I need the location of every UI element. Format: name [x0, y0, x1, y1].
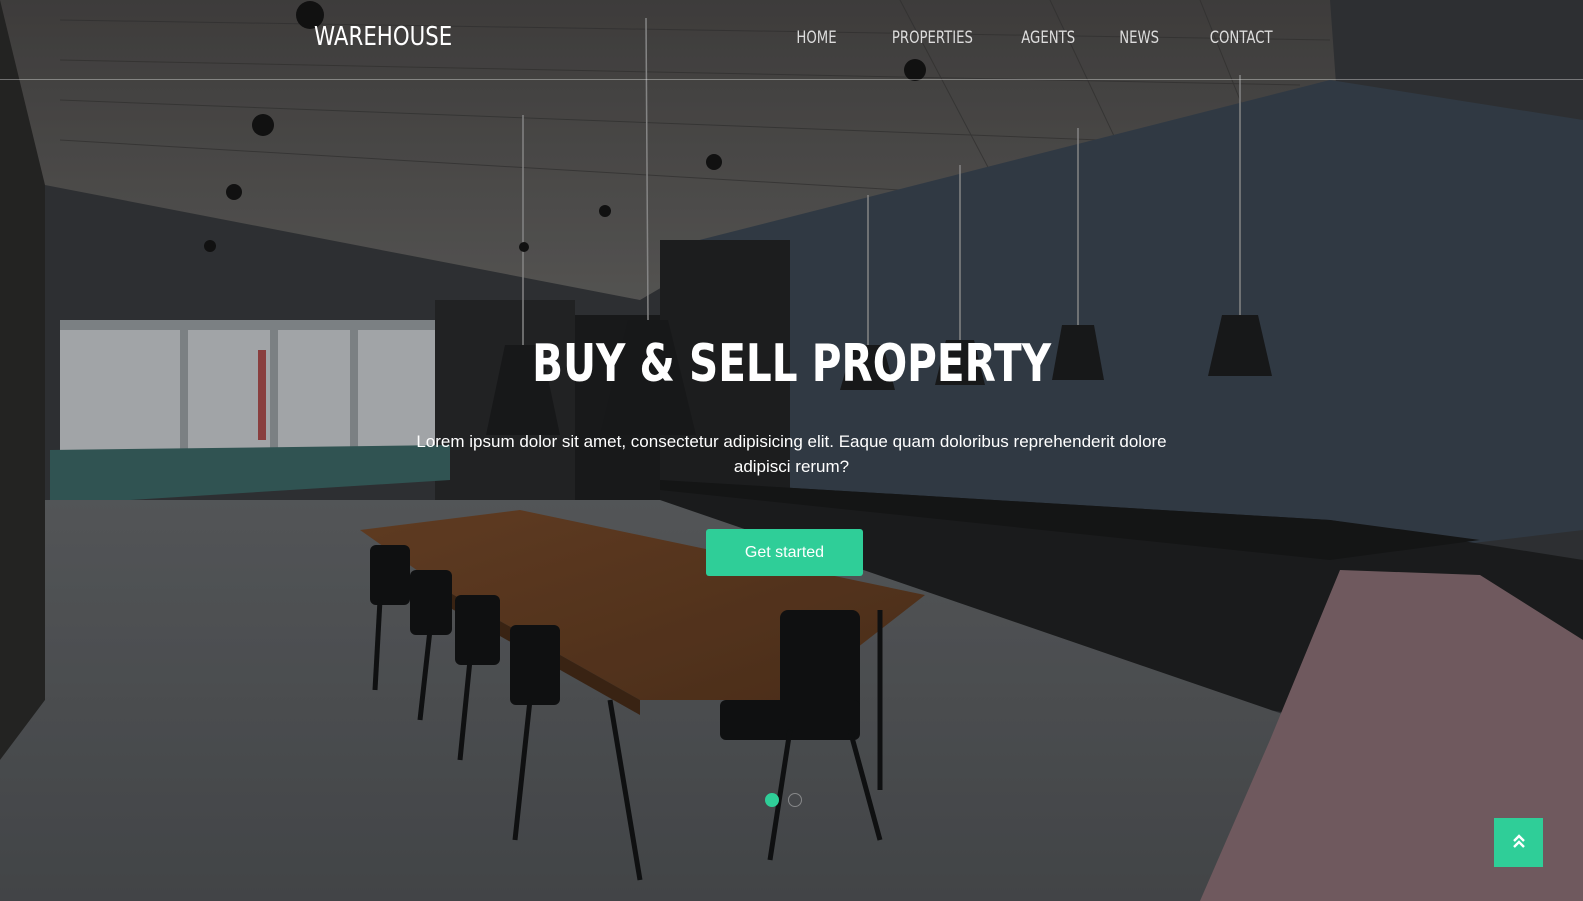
nav-item-contact[interactable]: CONTACT [1210, 28, 1273, 48]
site-header: WAREHOUSE HOME PROPERTIES AGENTS NEWS CO… [0, 0, 1583, 80]
nav-item-home[interactable]: HOME [796, 28, 836, 48]
get-started-button[interactable]: Get started [706, 529, 863, 576]
slider-pagination [765, 793, 802, 807]
slider-dot-2[interactable] [788, 793, 802, 807]
scroll-to-top-button[interactable] [1494, 818, 1543, 867]
nav-item-news[interactable]: NEWS [1120, 28, 1160, 48]
double-chevron-up-icon [1512, 833, 1526, 852]
main-nav: HOME PROPERTIES AGENTS NEWS CONTACT [752, 28, 1273, 48]
slider-dot-1[interactable] [765, 793, 779, 807]
hero-description: Lorem ipsum dolor sit amet, consectetur … [416, 432, 1167, 476]
hero-title-wrap: BUY & SELL PROPERTY [0, 334, 1583, 394]
nav-item-agents[interactable]: AGENTS [1021, 28, 1075, 48]
nav-item-properties[interactable]: PROPERTIES [892, 28, 973, 48]
brand-logo[interactable]: WAREHOUSE [314, 22, 452, 52]
hero-title: BUY & SELL PROPERTY [532, 334, 1051, 394]
